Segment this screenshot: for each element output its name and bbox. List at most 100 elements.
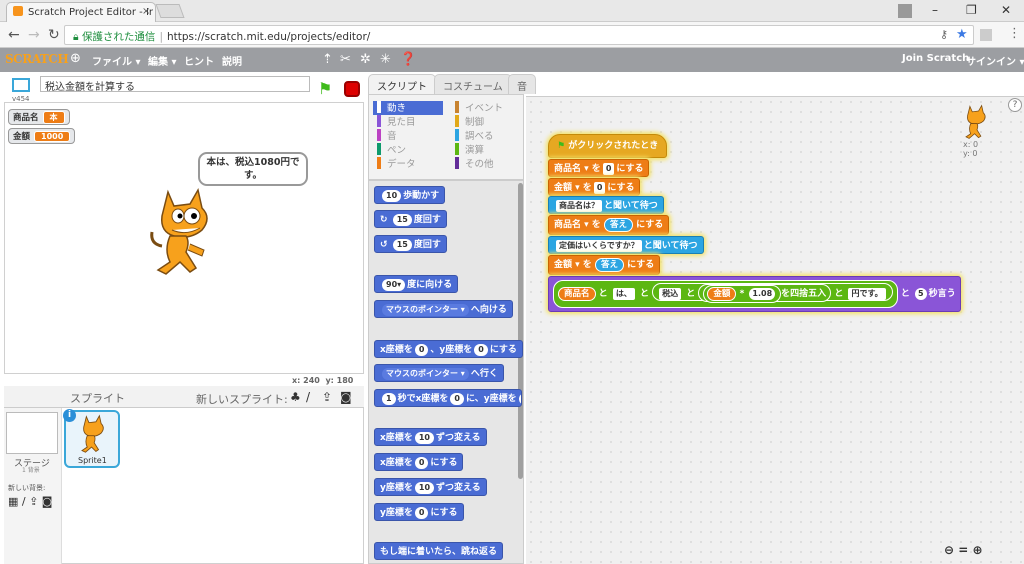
turn-right-icon: ↻ <box>380 215 388 225</box>
green-flag-icon[interactable]: ⚑ <box>318 79 332 98</box>
help-tool-icon[interactable]: ❓ <box>400 52 416 67</box>
stage-coordinates: x: 240 y: 180 <box>292 376 354 385</box>
palette-scrollbar[interactable] <box>518 183 523 479</box>
paint-brush-icon[interactable]: / <box>306 390 310 404</box>
block-set-y[interactable]: y座標を 0 にする <box>374 503 464 521</box>
forward-icon[interactable]: → <box>28 27 40 43</box>
new-backdrop-label: 新しい背景: <box>8 484 46 492</box>
menu-about[interactable]: 説明 <box>222 53 242 68</box>
block-turn-left[interactable]: ↺ 15 度回す <box>374 235 447 253</box>
block-point-towards[interactable]: マウスのポインター ▾ へ向ける <box>374 300 513 318</box>
category-pen[interactable]: ペン <box>373 143 443 157</box>
category-events[interactable]: イベント <box>451 101 521 115</box>
back-icon[interactable]: ← <box>8 27 20 43</box>
monitor-value: 本 <box>42 111 65 124</box>
upload-icon[interactable]: ⇪ <box>322 390 332 404</box>
block-set-product-answer[interactable]: 商品名 ▾ を 答え にする <box>548 215 670 235</box>
join-reporter[interactable]: 商品名 と は、 と 税込 と 金額 * 1.08 を四捨五入 と 円です。 <box>553 280 898 308</box>
category-data[interactable]: データ <box>373 157 443 171</box>
block-set-product-name[interactable]: 商品名 ▾ を 0 にする <box>548 159 650 177</box>
block-point-direction[interactable]: 90▾ 度に向ける <box>374 275 459 293</box>
join-scratch-link[interactable]: Join Scratch <box>902 53 969 64</box>
signin-link[interactable]: サインイン ▾ <box>966 53 1024 68</box>
fullscreen-icon[interactable] <box>12 78 30 92</box>
zoom-in-icon[interactable]: ⊕ <box>973 543 983 557</box>
scratch-logo[interactable]: SCRATCH <box>5 52 69 66</box>
category-motion[interactable]: 動き <box>373 101 443 115</box>
stop-icon[interactable] <box>344 81 360 97</box>
monitor-product-name: 商品名本 <box>8 109 70 125</box>
omnibox[interactable]: 🔒︎ 保護された通信 | https://scratch.mit.edu/proje… <box>64 25 974 45</box>
new-sprite-label: 新しいスプライト: <box>196 393 288 406</box>
star-icon[interactable]: ★ <box>956 27 968 42</box>
scratch-cat-sprite-icon[interactable] <box>146 186 216 278</box>
minimize-button[interactable]: – <box>932 3 938 17</box>
sprite-library-icon[interactable]: ♣ <box>290 390 301 404</box>
sprite-info-icon[interactable]: i <box>63 409 76 422</box>
category-operators[interactable]: 演算 <box>451 143 521 157</box>
block-ask-product[interactable]: 商品名は？ と聞いて待つ <box>548 196 664 214</box>
sprite1-cat-icon <box>81 414 104 453</box>
key-icon[interactable]: ⚷ <box>940 28 948 41</box>
url-text: https://scratch.mit.edu/projects/editor/ <box>166 31 371 43</box>
new-tab-button[interactable] <box>155 4 185 18</box>
secure-label: 保護された通信 <box>81 31 156 43</box>
category-control[interactable]: 制御 <box>451 115 521 129</box>
sprite-position-info: x: 0 y: 0 <box>963 140 979 158</box>
block-goto-xy[interactable]: x座標を 0 、y座標を 0 にする <box>374 340 523 358</box>
block-change-x[interactable]: x座標を 10 ずつ変える <box>374 428 487 446</box>
block-bounce[interactable]: もし端に着いたら、跳ね返る <box>374 542 504 560</box>
monitor-label: 商品名 <box>13 113 39 123</box>
camera-icon[interactable]: ◙ <box>340 390 352 404</box>
tab-close-button[interactable]: × <box>142 6 150 17</box>
category-sensing[interactable]: 調べる <box>451 129 521 143</box>
block-change-y[interactable]: y座標を 10 ずつ変える <box>374 478 487 496</box>
chrome-menu-icon[interactable]: ⋮ <box>1008 26 1021 41</box>
tab-title: Scratch Project Editor - Ir <box>28 7 154 18</box>
project-name-input[interactable]: 税込金額を計算する <box>40 76 310 93</box>
sprite1-label: Sprite1 <box>78 456 107 465</box>
language-globe-icon[interactable]: ⊕ <box>70 51 81 66</box>
extension-icon[interactable] <box>980 29 992 41</box>
turn-left-icon: ↺ <box>380 240 388 250</box>
stage-backdrop-count: 1 背景 <box>22 467 40 474</box>
block-say-for-secs[interactable]: 商品名 と は、 と 税込 と 金額 * 1.08 を四捨五入 と 円です。 と … <box>548 276 961 312</box>
delete-tool-icon[interactable]: ✂ <box>340 52 351 67</box>
monitor-label: 金額 <box>13 132 31 142</box>
tab-scripts[interactable]: スクリプト <box>368 74 436 96</box>
menu-hint[interactable]: ヒント <box>184 53 214 68</box>
current-sprite-cat-icon <box>965 104 986 139</box>
user-profile-icon[interactable] <box>898 4 912 18</box>
grow-tool-icon[interactable]: ✲ <box>360 52 371 67</box>
block-glide[interactable]: 1秒でx座標を0に、y座標を0 <box>374 389 522 407</box>
close-window-button[interactable]: ✕ <box>1001 3 1011 17</box>
help-icon[interactable]: ? <box>1008 98 1022 112</box>
browser-tab[interactable]: Scratch Project Editor - Ir <box>6 2 156 22</box>
duplicate-tool-icon[interactable]: ⇡ <box>322 52 333 67</box>
block-set-amount-answer[interactable]: 金額 ▾ を 答え にする <box>548 255 661 275</box>
block-set-amount[interactable]: 金額 ▾ を 0 にする <box>548 178 641 196</box>
block-when-flag-clicked[interactable]: ⚑ がクリックされたとき <box>548 134 668 158</box>
block-set-x[interactable]: x座標を 0 にする <box>374 453 464 471</box>
maximize-button[interactable]: ❐ <box>966 3 977 17</box>
category-pane: 動き 見た目 音 ペン データ イベント 制御 調べる 演算 その他 <box>368 94 524 180</box>
block-turn-right[interactable]: ↻ 15 度回す <box>374 210 447 228</box>
stage-thumbnail[interactable] <box>6 412 58 454</box>
block-ask-price[interactable]: 定価はいくらですか？ と聞いて待つ <box>548 236 704 254</box>
block-move-steps[interactable]: 10 歩動かす <box>374 186 446 204</box>
reload-icon[interactable]: ↻ <box>48 27 60 43</box>
zoom-controls: ⊖ = ⊕ <box>944 543 983 557</box>
zoom-out-icon[interactable]: ⊖ <box>944 543 954 557</box>
menu-file[interactable]: ファイル ▾ <box>92 53 141 68</box>
category-sound[interactable]: 音 <box>373 129 443 143</box>
backdrop-tools-icon[interactable]: ▦ / ⇪ ◙ <box>8 495 52 508</box>
monitor-value: 1000 <box>34 131 71 142</box>
category-looks[interactable]: 見た目 <box>373 115 443 129</box>
zoom-reset-button[interactable]: = <box>958 543 968 557</box>
menu-edit[interactable]: 編集 ▾ <box>148 53 177 68</box>
category-more[interactable]: その他 <box>451 157 521 171</box>
tab-sounds[interactable]: 音 <box>508 74 536 94</box>
tab-costumes[interactable]: コスチューム <box>434 74 512 94</box>
shrink-tool-icon[interactable]: ✳ <box>380 52 391 67</box>
block-goto[interactable]: マウスのポインター ▾ へ行く <box>374 364 504 382</box>
